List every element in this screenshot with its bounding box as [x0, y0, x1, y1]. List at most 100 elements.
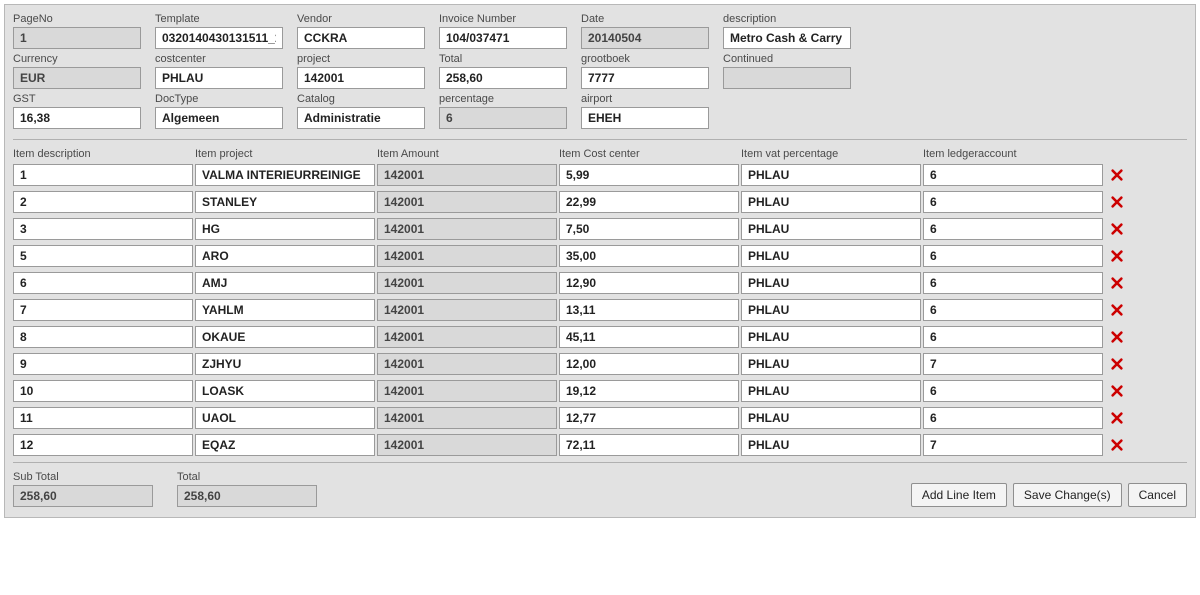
line-item-input[interactable] [195, 218, 375, 240]
line-item-input[interactable] [559, 218, 739, 240]
line-item-input[interactable] [923, 272, 1103, 294]
header-input [13, 27, 141, 49]
header-input[interactable] [723, 27, 851, 49]
delete-row-button[interactable] [1105, 438, 1129, 452]
line-item-input [377, 218, 557, 240]
line-item-input[interactable] [559, 299, 739, 321]
line-item-input[interactable] [741, 407, 921, 429]
line-item-input[interactable] [741, 245, 921, 267]
line-item-input [377, 191, 557, 213]
line-item-input[interactable] [559, 407, 739, 429]
header-cell: GST [13, 91, 141, 129]
line-item-input[interactable] [923, 245, 1103, 267]
header-input[interactable] [297, 107, 425, 129]
total-cell: Total [177, 469, 317, 507]
header-grid: PageNoTemplateVendorInvoice NumberDatede… [13, 11, 1187, 129]
header-cell: Currency [13, 51, 141, 89]
line-item-input[interactable] [559, 191, 739, 213]
delete-row-button[interactable] [1105, 330, 1129, 344]
line-item-input[interactable] [195, 407, 375, 429]
header-input[interactable] [439, 67, 567, 89]
line-item-input[interactable] [195, 272, 375, 294]
line-item-input[interactable] [741, 218, 921, 240]
delete-icon [1110, 411, 1124, 425]
line-item-input[interactable] [741, 272, 921, 294]
line-item-input[interactable] [741, 353, 921, 375]
table-row [13, 326, 1187, 348]
header-input[interactable] [155, 67, 283, 89]
line-item-input[interactable] [741, 299, 921, 321]
line-item-input[interactable] [741, 191, 921, 213]
delete-row-button[interactable] [1105, 195, 1129, 209]
delete-row-button[interactable] [1105, 357, 1129, 371]
delete-row-button[interactable] [1105, 384, 1129, 398]
line-item-input[interactable] [741, 380, 921, 402]
line-item-input[interactable] [923, 191, 1103, 213]
line-item-input[interactable] [13, 299, 193, 321]
line-item-input[interactable] [923, 164, 1103, 186]
header-input[interactable] [581, 67, 709, 89]
line-item-input[interactable] [195, 164, 375, 186]
line-item-input[interactable] [559, 380, 739, 402]
line-item-input[interactable] [195, 326, 375, 348]
line-item-input[interactable] [195, 434, 375, 456]
line-item-input[interactable] [13, 245, 193, 267]
line-item-input[interactable] [559, 353, 739, 375]
line-item-input[interactable] [13, 353, 193, 375]
line-item-input[interactable] [13, 272, 193, 294]
line-item-input[interactable] [13, 191, 193, 213]
line-item-input[interactable] [741, 434, 921, 456]
delete-row-button[interactable] [1105, 249, 1129, 263]
line-item-input[interactable] [741, 164, 921, 186]
line-item-input[interactable] [13, 380, 193, 402]
line-item-input[interactable] [13, 326, 193, 348]
actions: Add Line Item Save Change(s) Cancel [911, 483, 1187, 507]
save-changes-button[interactable]: Save Change(s) [1013, 483, 1122, 507]
line-item-input[interactable] [13, 164, 193, 186]
line-item-input [377, 245, 557, 267]
line-item-input[interactable] [559, 326, 739, 348]
line-item-input[interactable] [923, 353, 1103, 375]
line-item-input[interactable] [741, 326, 921, 348]
line-item-input[interactable] [559, 272, 739, 294]
line-item-input[interactable] [559, 245, 739, 267]
add-line-item-button[interactable]: Add Line Item [911, 483, 1007, 507]
header-label: Template [155, 11, 283, 27]
cancel-button[interactable]: Cancel [1128, 483, 1187, 507]
header-input[interactable] [297, 27, 425, 49]
header-cell: percentage [439, 91, 567, 129]
table-row [13, 353, 1187, 375]
line-item-input[interactable] [195, 380, 375, 402]
delete-row-button[interactable] [1105, 168, 1129, 182]
line-item-input[interactable] [923, 218, 1103, 240]
header-label: Invoice Number [439, 11, 567, 27]
subtotal-cell: Sub Total [13, 469, 153, 507]
header-input[interactable] [297, 67, 425, 89]
delete-row-button[interactable] [1105, 411, 1129, 425]
line-item-input[interactable] [13, 434, 193, 456]
delete-row-button[interactable] [1105, 222, 1129, 236]
header-input[interactable] [439, 27, 567, 49]
header-cell: grootboek [581, 51, 709, 89]
line-item-input[interactable] [923, 299, 1103, 321]
header-input[interactable] [155, 107, 283, 129]
delete-row-button[interactable] [1105, 276, 1129, 290]
line-item-input[interactable] [559, 164, 739, 186]
line-item-input[interactable] [13, 407, 193, 429]
line-item-input[interactable] [559, 434, 739, 456]
header-input[interactable] [13, 107, 141, 129]
line-item-input[interactable] [195, 245, 375, 267]
line-item-input[interactable] [923, 380, 1103, 402]
line-item-input[interactable] [923, 434, 1103, 456]
header-input [13, 67, 141, 89]
line-item-input [377, 164, 557, 186]
line-item-input[interactable] [195, 191, 375, 213]
line-item-input[interactable] [195, 353, 375, 375]
header-input[interactable] [581, 107, 709, 129]
line-item-input[interactable] [13, 218, 193, 240]
line-item-input[interactable] [195, 299, 375, 321]
line-item-input[interactable] [923, 326, 1103, 348]
header-input[interactable] [155, 27, 283, 49]
delete-row-button[interactable] [1105, 303, 1129, 317]
line-item-input[interactable] [923, 407, 1103, 429]
